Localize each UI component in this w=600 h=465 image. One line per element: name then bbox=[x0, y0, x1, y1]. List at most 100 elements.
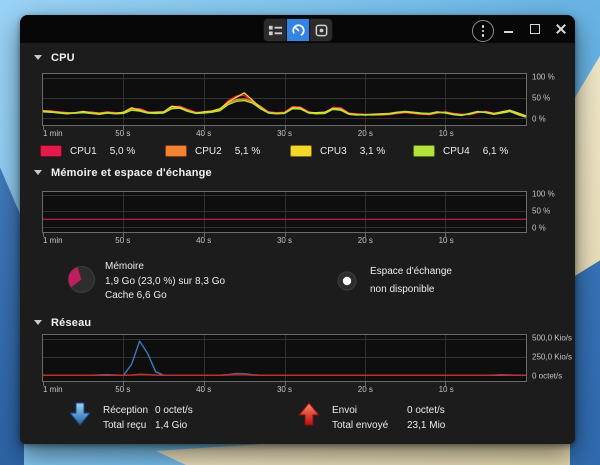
titlebar[interactable] bbox=[20, 15, 575, 43]
cpu3-legend-item[interactable]: CPU3 3,1 % bbox=[290, 144, 385, 158]
resources-view-button[interactable] bbox=[287, 19, 310, 41]
cpu2-legend-item[interactable]: CPU2 5,1 % bbox=[165, 144, 260, 158]
cpu1-label: CPU1 bbox=[70, 146, 97, 157]
cpu1-value: 5,0 % bbox=[110, 146, 136, 157]
x-tick-label: 1 min bbox=[43, 385, 63, 394]
cpu3-value: 3,1 % bbox=[360, 146, 386, 157]
chevron-down-icon bbox=[34, 320, 42, 325]
x-tick-label: 20 s bbox=[358, 236, 373, 245]
close-button[interactable] bbox=[552, 19, 569, 39]
swap-label: Espace d'échange bbox=[370, 263, 452, 281]
receiving-label: Réception bbox=[103, 405, 155, 416]
y-tick-label: 50 % bbox=[532, 206, 550, 215]
cpu1-legend-item[interactable]: CPU1 5,0 % bbox=[40, 144, 135, 158]
cpu-section-header[interactable]: CPU bbox=[34, 51, 75, 64]
cpu4-color-swatch bbox=[413, 145, 435, 157]
y-tick-label: 250,0 Kio/s bbox=[532, 352, 572, 361]
download-arrow-icon bbox=[68, 401, 92, 427]
y-tick-label: 0 % bbox=[532, 223, 546, 232]
x-tick-label: 50 s bbox=[115, 385, 130, 394]
network-graph bbox=[42, 334, 527, 382]
network-x-axis: 1 min 50 s 40 s 30 s 20 s 10 s bbox=[42, 385, 527, 395]
x-tick-label: 30 s bbox=[277, 236, 292, 245]
cpu4-label: CPU4 bbox=[443, 146, 470, 157]
memory-graph bbox=[42, 191, 527, 233]
sending-label: Envoi bbox=[332, 405, 407, 416]
cpu4-legend-item[interactable]: CPU4 6,1 % bbox=[413, 144, 508, 158]
y-tick-label: 100 % bbox=[532, 73, 555, 82]
network-legend: Réception 0 octet/s Total reçu 1,4 Gio E… bbox=[20, 401, 575, 429]
x-tick-label: 10 s bbox=[439, 236, 454, 245]
x-tick-label: 50 s bbox=[115, 236, 130, 245]
cpu3-color-swatch bbox=[290, 145, 312, 157]
y-tick-label: 0 octet/s bbox=[532, 371, 562, 380]
memory-label: Mémoire bbox=[105, 260, 225, 275]
menu-kebab-icon bbox=[482, 25, 485, 37]
upload-arrow-icon bbox=[297, 401, 321, 427]
receiving-block[interactable]: Réception 0 octet/s Total reçu 1,4 Gio bbox=[68, 401, 193, 433]
cpu-graph bbox=[42, 73, 527, 126]
memory-x-axis: 1 min 50 s 40 s 30 s 20 s 10 s bbox=[42, 236, 527, 246]
swap-status: non disponible bbox=[370, 281, 452, 299]
memory-legend: Mémoire 1,9 Go (23,0 %) sur 8,3 Go Cache… bbox=[20, 255, 575, 315]
x-tick-label: 20 s bbox=[358, 129, 373, 138]
cpu2-value: 5,1 % bbox=[235, 146, 261, 157]
harddisk-icon bbox=[314, 23, 329, 38]
x-tick-label: 10 s bbox=[439, 385, 454, 394]
swap-pie-icon bbox=[337, 271, 357, 291]
x-tick-label: 40 s bbox=[196, 129, 211, 138]
processes-view-button[interactable] bbox=[264, 19, 287, 41]
cpu-x-axis: 1 min 50 s 40 s 30 s 20 s 10 s bbox=[42, 129, 527, 139]
memory-section-header[interactable]: Mémoire et espace d'échange bbox=[34, 166, 212, 179]
x-tick-label: 40 s bbox=[196, 236, 211, 245]
cpu-chart-lines bbox=[43, 78, 526, 118]
minimize-button[interactable] bbox=[500, 19, 517, 39]
filesystems-view-button[interactable] bbox=[310, 19, 332, 41]
memory-usage-block[interactable]: Mémoire 1,9 Go (23,0 %) sur 8,3 Go Cache… bbox=[67, 265, 225, 304]
view-list-icon bbox=[268, 23, 283, 38]
total-received-value: 1,4 Gio bbox=[155, 420, 193, 431]
y-tick-label: 0 % bbox=[532, 115, 546, 124]
chevron-down-icon bbox=[34, 55, 42, 60]
network-section-title: Réseau bbox=[51, 317, 91, 329]
cpu2-color-swatch bbox=[165, 145, 187, 157]
memory-section-title: Mémoire et espace d'échange bbox=[51, 167, 212, 179]
sending-rate: 0 octet/s bbox=[407, 405, 445, 416]
sending-block[interactable]: Envoi 0 octet/s Total envoyé 23,1 Mio bbox=[297, 401, 445, 433]
cpu-legend: CPU1 5,0 % CPU2 5,1 % CPU3 3,1 % CPU4 6,… bbox=[20, 144, 575, 158]
memory-usage-value: 1,9 Go (23,0 %) sur 8,3 Go bbox=[105, 275, 225, 290]
total-sent-label: Total envoyé bbox=[332, 420, 407, 431]
swap-block[interactable]: Espace d'échange non disponible bbox=[337, 271, 452, 298]
primary-menu-button[interactable] bbox=[472, 20, 494, 42]
memory-cache-value: Cache 6,6 Go bbox=[105, 289, 225, 304]
cpu-section-title: CPU bbox=[51, 52, 75, 64]
cpu-y-axis: 100 % 50 % 0 % bbox=[532, 73, 575, 126]
memory-y-axis: 100 % 50 % 0 % bbox=[532, 191, 575, 233]
cpu2-label: CPU2 bbox=[195, 146, 222, 157]
network-section-header[interactable]: Réseau bbox=[34, 316, 91, 329]
cpu1-color-swatch bbox=[40, 145, 62, 157]
total-sent-value: 23,1 Mio bbox=[407, 420, 445, 431]
window-controls bbox=[500, 18, 569, 40]
memory-pie-icon bbox=[67, 265, 96, 294]
cpu4-value: 6,1 % bbox=[483, 146, 509, 157]
x-tick-label: 50 s bbox=[115, 129, 130, 138]
memory-chart-lines bbox=[43, 195, 526, 227]
x-tick-label: 1 min bbox=[43, 236, 63, 245]
y-tick-label: 50 % bbox=[532, 94, 550, 103]
chevron-down-icon bbox=[34, 170, 42, 175]
x-tick-label: 30 s bbox=[277, 129, 292, 138]
maximize-icon bbox=[530, 24, 540, 34]
x-tick-label: 1 min bbox=[43, 129, 63, 138]
x-tick-label: 10 s bbox=[439, 129, 454, 138]
x-tick-label: 40 s bbox=[196, 385, 211, 394]
network-y-axis: 500,0 Kio/s 250,0 Kio/s 0 octet/s bbox=[532, 334, 575, 382]
view-switcher bbox=[263, 18, 333, 42]
close-icon bbox=[556, 24, 566, 34]
maximize-button[interactable] bbox=[526, 19, 543, 39]
network-chart-lines bbox=[43, 339, 526, 375]
system-monitor-window: CPU 100 % 50 % 0 % 1 min 50 s 40 s 30 s … bbox=[20, 15, 575, 444]
y-tick-label: 500,0 Kio/s bbox=[532, 333, 572, 342]
minimize-icon bbox=[504, 31, 513, 33]
x-tick-label: 30 s bbox=[277, 385, 292, 394]
